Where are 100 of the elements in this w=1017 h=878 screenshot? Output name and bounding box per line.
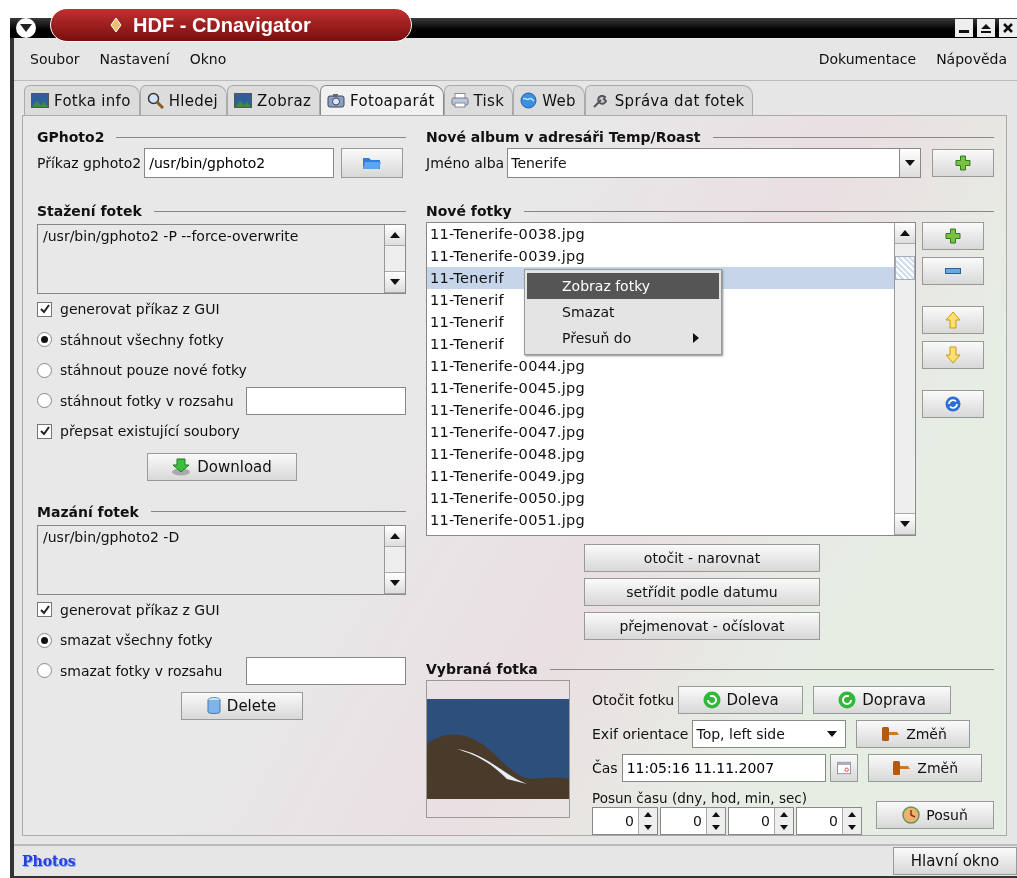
spinner-field[interactable]: 0 <box>660 807 726 835</box>
context-menu-item[interactable]: Přesuň do <box>527 325 719 351</box>
menu-item[interactable]: Okno <box>183 49 233 69</box>
window-menu-icon[interactable] <box>16 18 36 38</box>
scrollbar[interactable] <box>384 225 405 293</box>
tab[interactable]: Fotoaparát <box>320 85 444 115</box>
scroll-down-arrow-icon[interactable] <box>390 279 400 285</box>
file-name[interactable]: 11-Tenerif <box>430 292 504 308</box>
file-name[interactable]: 11-Tenerif <box>430 336 504 352</box>
action-button[interactable]: otočit - narovnat <box>584 544 820 572</box>
action-button[interactable]: setřídit podle datumu <box>584 578 820 606</box>
tab[interactable]: Hledej <box>139 85 228 115</box>
refresh-button[interactable] <box>922 390 984 418</box>
menu-item[interactable]: Nápověda <box>930 49 1013 69</box>
file-name[interactable]: 11-Tenerife-0038.jpg <box>430 226 585 242</box>
file-name[interactable]: 11-Tenerife-0048.jpg <box>430 446 585 462</box>
scrollbar[interactable] <box>384 525 405 594</box>
file-name[interactable]: 11-Tenerife-0050.jpg <box>430 490 585 506</box>
file-name[interactable]: 11-Tenerife-0045.jpg <box>430 380 585 396</box>
command-text-area[interactable]: /usr/bin/gphoto2 -D <box>37 524 406 595</box>
radio-button[interactable] <box>37 332 52 348</box>
checkbox[interactable] <box>37 301 52 317</box>
spinner-field[interactable]: 0 <box>796 807 862 835</box>
range-field[interactable] <box>246 656 406 685</box>
menu-item[interactable]: Dokumentace <box>812 49 923 69</box>
calendar-icon <box>836 761 851 775</box>
file-name[interactable]: 11-Tenerife-0046.jpg <box>430 402 585 418</box>
plus-icon <box>955 155 971 171</box>
album-name-combo[interactable]: Tenerife <box>507 148 921 178</box>
main-window-button[interactable]: Hlavní okno <box>893 847 1017 875</box>
minimize-icon[interactable] <box>955 19 973 37</box>
printer-icon <box>450 93 469 108</box>
radio-button[interactable] <box>37 362 52 378</box>
tab[interactable]: Fotka info <box>24 85 140 115</box>
download-button[interactable]: Download <box>146 452 297 481</box>
scroll-up-arrow-icon[interactable] <box>390 532 400 539</box>
dropdown-arrow-icon[interactable] <box>905 160 915 166</box>
menu-item[interactable]: Soubor <box>24 49 86 69</box>
close-icon[interactable] <box>999 19 1017 37</box>
spin-up-arrow-icon[interactable] <box>848 812 856 817</box>
file-name[interactable]: 11-Tenerife-0049.jpg <box>430 468 585 484</box>
scrollbar[interactable] <box>894 223 915 535</box>
spin-down-arrow-icon[interactable] <box>848 825 856 830</box>
change-button[interactable]: Změň <box>856 720 971 748</box>
browse-button[interactable] <box>341 148 404 178</box>
action-button[interactable]: přejmenovat - očíslovat <box>584 612 820 640</box>
command-field[interactable]: /usr/bin/gphoto2 <box>144 148 335 178</box>
scroll-down-arrow-icon[interactable] <box>390 579 400 586</box>
spin-down-arrow-icon[interactable] <box>712 825 720 830</box>
delete-button[interactable]: Delete <box>180 692 303 720</box>
spin-up-arrow-icon[interactable] <box>644 812 652 817</box>
move-down-button[interactable] <box>922 341 984 369</box>
radio-button[interactable] <box>37 663 52 679</box>
range-field[interactable] <box>246 386 406 415</box>
file-name[interactable]: 11-Tenerif <box>430 314 504 330</box>
scroll-down-arrow-icon[interactable] <box>900 521 910 527</box>
file-name[interactable]: 11-Tenerife-0051.jpg <box>430 512 585 528</box>
calendar-button[interactable] <box>829 754 858 782</box>
shift-button[interactable]: Posuň <box>876 801 994 829</box>
change-button[interactable]: Změň <box>867 754 982 782</box>
tab[interactable]: Web <box>513 85 585 115</box>
file-name[interactable]: 11-Tenerife-0039.jpg <box>430 248 585 264</box>
time-field[interactable]: 11:05:16 11.11.2007 <box>621 754 826 782</box>
add-button[interactable] <box>922 222 984 250</box>
scroll-up-arrow-icon[interactable] <box>900 230 910 236</box>
spin-down-arrow-icon[interactable] <box>780 825 788 830</box>
command-text-area[interactable]: /usr/bin/gphoto2 -P --force-overwrite <box>37 224 406 294</box>
file-name[interactable]: 11-Tenerife-0044.jpg <box>430 358 585 374</box>
move-up-button[interactable] <box>922 306 984 334</box>
file-name[interactable]: 11-Tenerife-0047.jpg <box>430 424 585 440</box>
context-menu-item[interactable]: Zobraz fotky <box>527 273 719 299</box>
rotate-right-button[interactable]: Doprava <box>813 686 952 714</box>
checkbox[interactable] <box>37 602 52 618</box>
scrollbar-thumb[interactable] <box>895 256 915 280</box>
spin-down-arrow-icon[interactable] <box>644 825 652 830</box>
add-button[interactable] <box>932 149 994 177</box>
down-arrow-icon <box>945 346 961 364</box>
rotate-left-button[interactable]: Doleva <box>678 686 804 714</box>
spin-up-arrow-icon[interactable] <box>712 812 720 817</box>
minus-icon <box>945 268 961 274</box>
spin-up-arrow-icon[interactable] <box>780 812 788 817</box>
tab[interactable]: Zobraz <box>227 85 321 115</box>
context-menu-item[interactable]: Smazat <box>527 299 719 325</box>
spinner-field[interactable]: 0 <box>592 807 658 835</box>
checkbox[interactable] <box>37 423 52 439</box>
tab[interactable]: Tisk <box>443 85 514 115</box>
spinner-field[interactable]: 0 <box>728 807 794 835</box>
dropdown-arrow-icon[interactable] <box>827 731 838 737</box>
radio-button[interactable] <box>37 393 52 409</box>
tab[interactable]: Správa dat fotek <box>584 85 754 115</box>
menu-item[interactable]: Nastavení <box>93 49 176 69</box>
exif-orientation-dropdown[interactable]: Top, left side <box>692 720 847 748</box>
scroll-up-arrow-icon[interactable] <box>390 232 400 238</box>
file-name[interactable]: 11-Tenerif <box>430 270 504 286</box>
field-label: Jméno alba <box>426 155 505 171</box>
remove-button[interactable] <box>922 257 984 285</box>
radio-button[interactable] <box>37 632 52 648</box>
app-icon <box>109 17 123 33</box>
file-list[interactable] <box>426 222 916 536</box>
maximize-icon[interactable] <box>977 19 995 37</box>
